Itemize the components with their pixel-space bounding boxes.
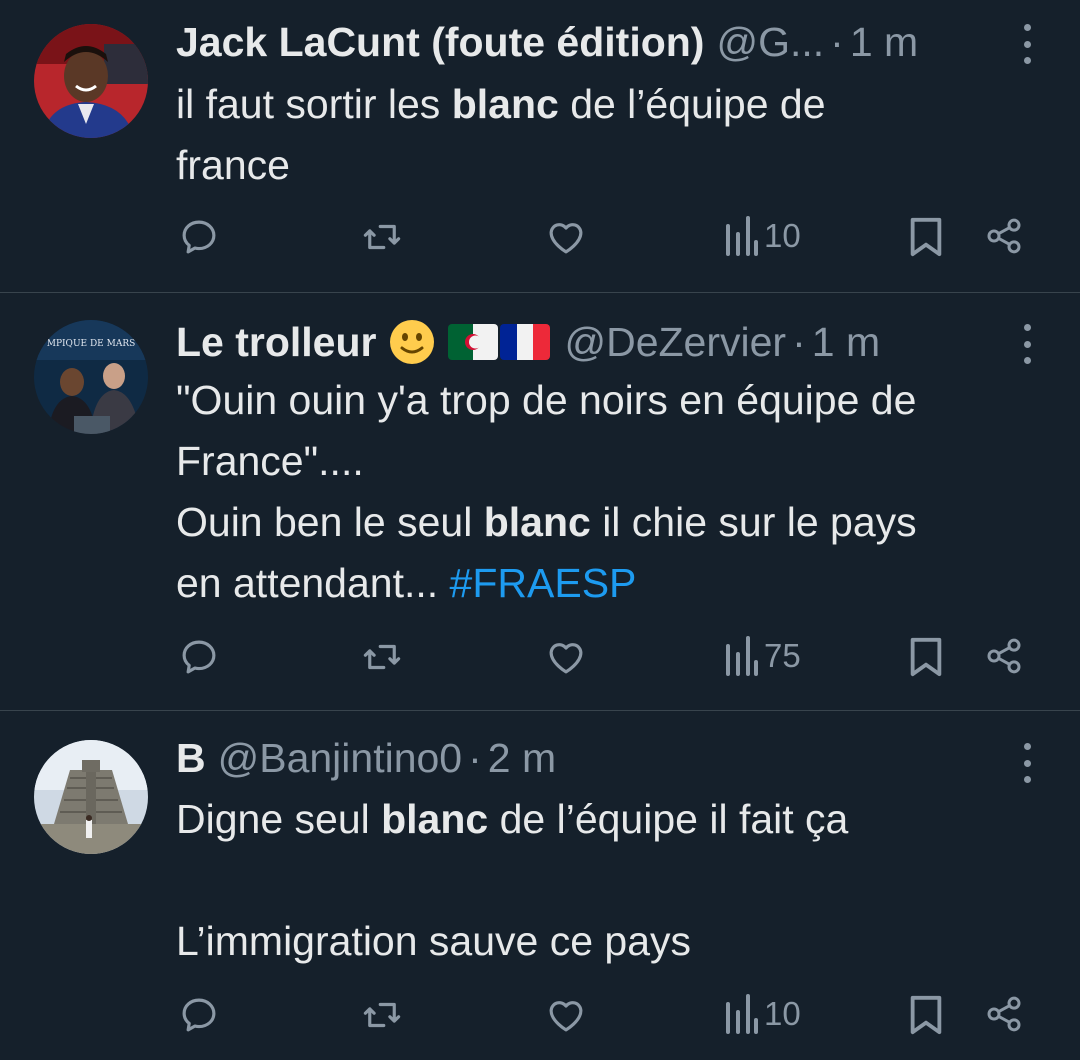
share-button[interactable] bbox=[984, 994, 1024, 1034]
tweet-header: B @Banjintino0 · 2 m bbox=[176, 728, 970, 788]
display-name[interactable]: B bbox=[176, 728, 206, 788]
retweet-icon bbox=[363, 224, 401, 250]
avatar[interactable] bbox=[34, 740, 148, 854]
tweet-2[interactable]: MPIQUE DE MARS Le trolleur @DeZervier · … bbox=[0, 293, 1080, 710]
views-button[interactable]: 10 bbox=[724, 994, 801, 1034]
views-count: 75 bbox=[764, 637, 801, 674]
tweet-text: "Ouin ouin y'a trop de noirs en équipe d… bbox=[176, 377, 917, 606]
more-icon[interactable] bbox=[1020, 24, 1034, 64]
share-button[interactable] bbox=[984, 636, 1024, 676]
reply-button[interactable] bbox=[178, 994, 220, 1036]
bookmark-icon bbox=[910, 637, 942, 677]
separator-dot: · bbox=[792, 319, 806, 365]
separator-dot: · bbox=[830, 19, 844, 65]
svg-text:MPIQUE DE MARS: MPIQUE DE MARS bbox=[47, 339, 136, 349]
display-name[interactable]: Le trolleur bbox=[176, 312, 376, 372]
retweet-icon bbox=[363, 1002, 401, 1028]
tweet-header: Jack LaCunt (foute édition) @G... · 1 m bbox=[176, 12, 970, 72]
reply-button[interactable] bbox=[178, 636, 220, 678]
flag-algeria-icon bbox=[448, 324, 499, 360]
tweet-actions: 10 bbox=[0, 216, 1080, 266]
like-button[interactable] bbox=[545, 216, 587, 258]
bold-word: blanc bbox=[483, 499, 591, 545]
views-count: 10 bbox=[764, 217, 801, 254]
share-icon bbox=[987, 218, 1021, 254]
tweet-actions: 75 bbox=[0, 636, 1080, 686]
like-icon bbox=[549, 643, 583, 674]
timestamp[interactable]: 1 m bbox=[812, 312, 880, 372]
avatar[interactable]: MPIQUE DE MARS bbox=[34, 320, 148, 434]
share-icon bbox=[987, 638, 1021, 674]
tweet-3[interactable]: B @Banjintino0 · 2 m Digne seul blanc de… bbox=[0, 711, 1080, 1060]
more-icon[interactable] bbox=[1020, 743, 1034, 783]
tweet-actions: 10 bbox=[0, 994, 1080, 1044]
like-button[interactable] bbox=[545, 994, 587, 1036]
bookmark-button[interactable] bbox=[908, 994, 944, 1036]
display-name[interactable]: Jack LaCunt (foute édition) bbox=[176, 12, 704, 72]
retweet-icon bbox=[363, 644, 401, 670]
reply-button[interactable] bbox=[178, 216, 220, 258]
tweet-1[interactable]: Jack LaCunt (foute édition) @G... · 1 m … bbox=[0, 0, 1080, 292]
views-count: 10 bbox=[764, 995, 801, 1032]
share-button[interactable] bbox=[984, 216, 1024, 256]
separator-dot: · bbox=[468, 735, 482, 781]
retweet-button[interactable] bbox=[360, 994, 404, 1036]
share-icon bbox=[987, 996, 1021, 1032]
hashtag-link[interactable]: #FRAESP bbox=[450, 560, 637, 606]
reply-icon bbox=[182, 220, 216, 254]
retweet-button[interactable] bbox=[360, 636, 404, 678]
user-handle[interactable]: @Banjintino0 bbox=[218, 728, 463, 788]
like-button[interactable] bbox=[545, 636, 587, 678]
slightly-smiling-face-icon bbox=[390, 320, 435, 364]
avatar[interactable] bbox=[34, 24, 148, 138]
tweet-text: il faut sortir les blanc de l’équipe de … bbox=[176, 81, 826, 188]
views-icon bbox=[726, 994, 758, 1034]
timestamp[interactable]: 2 m bbox=[488, 728, 556, 788]
views-button[interactable]: 10 bbox=[724, 216, 801, 256]
bookmark-button[interactable] bbox=[908, 216, 944, 258]
name-emojis bbox=[388, 318, 551, 366]
timestamp[interactable]: 1 m bbox=[850, 12, 918, 72]
tweet-text: Digne seul blanc de l’équipe il fait ça … bbox=[176, 796, 849, 964]
like-icon bbox=[549, 1001, 583, 1032]
user-handle[interactable]: @G... bbox=[716, 12, 824, 72]
tweet-header: Le trolleur @DeZervier · 1 m bbox=[176, 312, 970, 372]
bold-word: blanc bbox=[381, 796, 489, 842]
bookmark-button[interactable] bbox=[908, 636, 944, 678]
reply-icon bbox=[182, 640, 216, 674]
views-icon bbox=[726, 636, 758, 676]
views-icon bbox=[726, 216, 758, 256]
like-icon bbox=[549, 223, 583, 254]
flag-france-icon bbox=[500, 324, 551, 360]
user-handle[interactable]: @DeZervier bbox=[564, 312, 786, 372]
bookmark-icon bbox=[910, 217, 942, 257]
more-icon[interactable] bbox=[1020, 324, 1034, 364]
bookmark-icon bbox=[910, 995, 942, 1035]
views-button[interactable]: 75 bbox=[724, 636, 801, 676]
reply-icon bbox=[182, 998, 216, 1032]
bold-word: blanc bbox=[451, 81, 559, 127]
retweet-button[interactable] bbox=[360, 216, 404, 258]
